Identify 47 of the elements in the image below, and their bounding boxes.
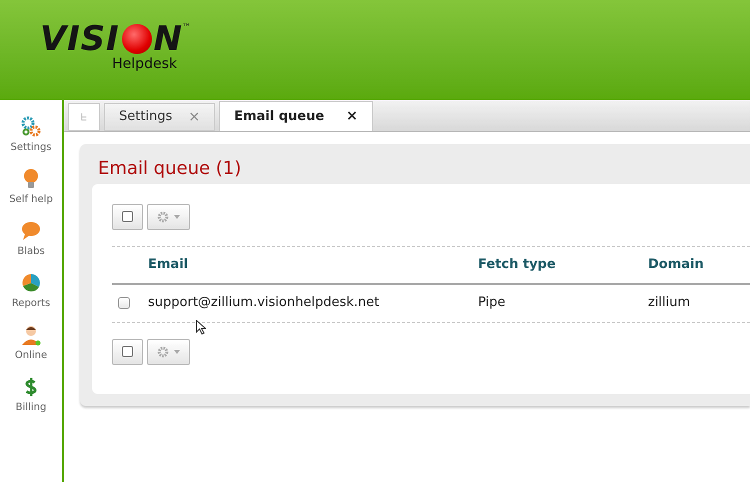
- tree-icon: [81, 113, 87, 121]
- logo-subtitle: Helpdesk: [112, 56, 177, 74]
- caret-icon: [174, 214, 180, 218]
- gears-icon: [20, 116, 42, 138]
- logo-text: VISI: [40, 22, 120, 56]
- logo-text: N: [154, 22, 182, 56]
- gear-icon: [157, 346, 169, 358]
- sidebar-label: Billing: [16, 401, 46, 415]
- tab[interactable]: Settings ×: [104, 103, 216, 131]
- select-all-button[interactable]: [112, 204, 143, 230]
- sidebar-item[interactable]: Billing: [0, 376, 62, 415]
- table-cell-text: Pipe: [478, 294, 506, 312]
- sidebar-item[interactable]: Blabs: [0, 220, 62, 259]
- mouse-cursor-icon: [196, 320, 206, 335]
- caret-icon: [174, 350, 180, 354]
- sidebar-label: Self help: [9, 193, 53, 207]
- close-tab-button[interactable]: ×: [346, 106, 358, 127]
- checkbox-icon: [122, 346, 133, 357]
- close-tab-button[interactable]: ×: [188, 106, 200, 128]
- person-icon: [20, 324, 42, 346]
- sidebar-item[interactable]: Online: [0, 324, 62, 363]
- tab[interactable]: Email queue ×: [219, 101, 373, 131]
- gear-icon: [157, 210, 169, 222]
- sidebar-label: Online: [14, 349, 48, 363]
- sidebar-item[interactable]: Self help: [0, 168, 62, 207]
- select-all-button[interactable]: [112, 338, 143, 364]
- speech-bubble-icon: [20, 220, 42, 242]
- table-cell-text: support@zillium.visionhelpdesk.net: [148, 294, 380, 312]
- pie-chart-icon: [20, 272, 42, 294]
- tree-toggle-button[interactable]: [68, 103, 100, 131]
- column-header: Email: [148, 256, 190, 274]
- sidebar-label: Settings: [10, 141, 52, 155]
- actions-button[interactable]: [147, 204, 190, 230]
- sidebar-item[interactable]: Settings: [0, 116, 62, 155]
- sidebar-label: Blabs: [17, 245, 45, 259]
- sidebar-label: Reports: [12, 297, 50, 311]
- page-title: Email queue (1): [98, 158, 242, 180]
- table-cell-text: zillium: [648, 294, 692, 312]
- trademark-sign: ™: [182, 22, 191, 35]
- column-header: Domain: [648, 256, 705, 274]
- tab-label: Settings: [119, 108, 172, 126]
- column-header: Fetch type: [478, 256, 557, 274]
- tab-label: Email queue: [234, 108, 324, 126]
- row-checkbox[interactable]: [118, 297, 130, 309]
- sidebar-item[interactable]: Reports: [0, 272, 62, 311]
- checkbox-icon: [122, 211, 133, 222]
- actions-button[interactable]: [147, 338, 190, 364]
